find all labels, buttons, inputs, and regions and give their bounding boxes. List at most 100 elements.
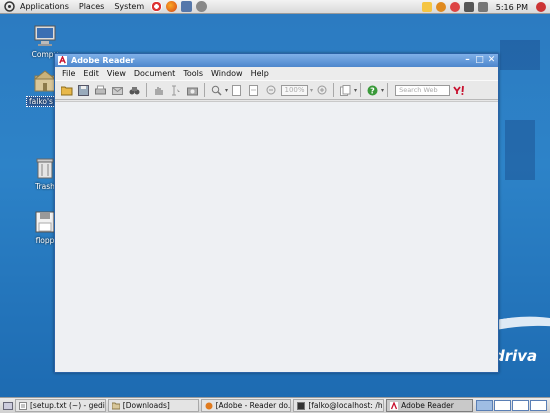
system-tray: 5:16 PM (420, 0, 550, 14)
magnifier-icon (211, 85, 222, 96)
network-icon[interactable] (463, 2, 474, 12)
snapshot-button[interactable] (186, 84, 199, 97)
adobe-reader-icon (58, 56, 67, 65)
menu-window[interactable]: Window (207, 69, 247, 78)
task-button-gedit[interactable]: [setup.txt (~) - gedit] (15, 399, 106, 412)
task-label: Adobe Reader (401, 401, 454, 410)
volume-icon[interactable] (477, 2, 488, 12)
background-pattern (505, 120, 535, 180)
chevron-down-icon[interactable]: ▾ (310, 87, 313, 94)
toolbar-separator (333, 83, 335, 97)
settings-gear-icon[interactable] (196, 1, 208, 12)
menu-help[interactable]: Help (247, 69, 273, 78)
toolbar-separator (360, 83, 362, 97)
help-button[interactable]: ? (366, 84, 379, 97)
actual-size-button[interactable] (230, 84, 243, 97)
workspace-switcher (475, 400, 547, 411)
update-icon[interactable] (435, 2, 446, 12)
menu-edit[interactable]: Edit (79, 69, 103, 78)
adobe-reader-window: Adobe Reader – □ ✕ File Edit View Docume… (54, 53, 499, 373)
clock[interactable]: 5:16 PM (496, 3, 528, 12)
hand-icon (155, 86, 163, 95)
top-panel: Applications Places System 5:16 PM (0, 0, 550, 14)
workspace-1[interactable] (476, 400, 493, 411)
page-icon (232, 84, 242, 96)
toolbar-separator (387, 83, 389, 97)
zoom-tool-button[interactable] (210, 84, 223, 97)
close-button[interactable]: ✕ (486, 55, 497, 66)
pages-icon (340, 84, 351, 96)
firefox-icon[interactable] (166, 1, 178, 12)
open-folder-icon (60, 86, 72, 95)
menu-applications[interactable]: Applications (15, 2, 74, 11)
toolbar: ▾ 100% ▾ ▾ ? ▾ Search Web (55, 80, 498, 100)
task-label: [falko@localhost: /h... (308, 401, 385, 410)
task-button-adobe-reader[interactable]: Adobe Reader (386, 399, 473, 412)
chevron-down-icon[interactable]: ▾ (225, 87, 228, 94)
menu-system[interactable]: System (109, 2, 149, 11)
email-icon (112, 86, 123, 95)
chevron-down-icon[interactable]: ▾ (381, 87, 384, 94)
window-title: Adobe Reader (71, 56, 135, 65)
zoom-level-field[interactable]: 100% (281, 84, 309, 96)
fit-page-icon (249, 84, 259, 96)
maximize-button[interactable]: □ (474, 55, 485, 66)
distro-logo-icon[interactable] (3, 1, 15, 13)
email-button[interactable] (111, 84, 124, 97)
toolbar-separator (204, 83, 205, 97)
zoom-out-button[interactable] (264, 84, 277, 97)
email-client-icon[interactable] (181, 1, 193, 12)
desktop-icon-label: flopp (35, 236, 55, 245)
workspace-4[interactable] (530, 400, 547, 411)
search-web-input[interactable]: Search Web (395, 84, 451, 96)
yahoo-search-button[interactable] (452, 84, 467, 97)
bottom-taskbar: [setup.txt (~) - gedit] [Downloads] [Ado… (0, 397, 550, 413)
brand-logo-text: driva (494, 347, 538, 365)
window-titlebar[interactable]: Adobe Reader – □ ✕ (55, 54, 498, 67)
task-label: [Adobe - Reader do... (215, 401, 292, 410)
computer-icon (34, 25, 56, 46)
zoom-out-icon (266, 85, 276, 95)
printer-icon (95, 85, 106, 94)
binoculars-icon (129, 86, 140, 94)
hand-tool-button[interactable] (152, 84, 165, 97)
zoom-in-button[interactable] (315, 84, 328, 97)
print-button[interactable] (94, 84, 107, 97)
task-button-adobe-browser[interactable]: [Adobe - Reader do... (200, 399, 292, 412)
menu-tools[interactable]: Tools (179, 69, 207, 78)
workspace-3[interactable] (512, 400, 529, 411)
fit-page-button[interactable] (247, 84, 260, 97)
select-tool-button[interactable] (169, 84, 182, 97)
chevron-down-icon[interactable]: ▾ (354, 87, 357, 94)
svg-text:?: ? (370, 86, 375, 95)
show-desktop-icon[interactable] (3, 401, 13, 411)
workspace-2[interactable] (494, 400, 511, 411)
help-question-icon: ? (367, 85, 378, 95)
menu-file[interactable]: File (58, 69, 79, 78)
menu-places[interactable]: Places (74, 2, 109, 11)
yahoo-logo-icon (452, 85, 464, 95)
minimize-button[interactable]: – (462, 55, 473, 66)
help-lifebuoy-icon[interactable] (151, 1, 163, 12)
menu-view[interactable]: View (103, 69, 130, 78)
logout-icon[interactable] (536, 2, 546, 12)
find-button[interactable] (128, 84, 141, 97)
menu-document[interactable]: Document (130, 69, 179, 78)
open-button[interactable] (60, 84, 73, 97)
save-button[interactable] (77, 84, 90, 97)
task-label: [Downloads] (122, 401, 170, 410)
pages-button[interactable] (339, 84, 352, 97)
task-label: [setup.txt (~) - gedit] (30, 401, 106, 410)
zoom-in-icon (317, 85, 327, 95)
browser-icon (205, 402, 213, 409)
document-area[interactable] (55, 101, 498, 372)
task-button-downloads[interactable]: [Downloads] (107, 399, 199, 412)
alert-icon[interactable] (449, 2, 460, 12)
camera-icon (187, 87, 198, 95)
background-pattern (500, 40, 540, 70)
task-button-terminal[interactable]: [falko@localhost: /h... (293, 399, 385, 412)
notification-icon[interactable] (421, 2, 432, 12)
folder-icon (111, 402, 120, 409)
desktop-icon-label: Trash (35, 182, 55, 191)
text-cursor-icon (172, 85, 180, 95)
